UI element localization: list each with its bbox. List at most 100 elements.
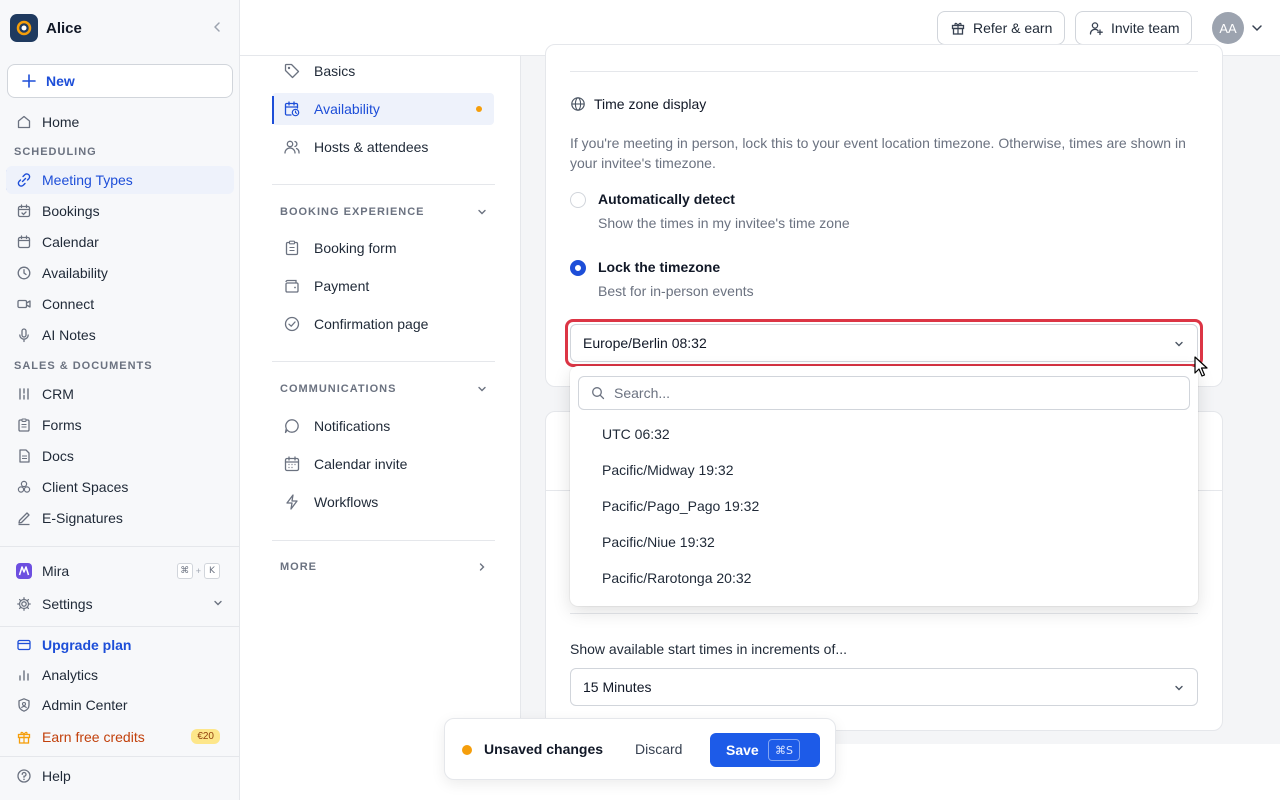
spaces-icon bbox=[14, 477, 34, 497]
bar-chart-icon bbox=[14, 665, 34, 685]
sidebar-divider bbox=[0, 626, 239, 627]
dropdown-option[interactable]: Pacific/Niue 19:32 bbox=[570, 524, 1198, 560]
invite-team-button[interactable]: Invite team bbox=[1075, 11, 1193, 45]
chevron-down-icon bbox=[476, 383, 488, 395]
nav-item-label: Booking form bbox=[314, 240, 397, 256]
shield-user-icon bbox=[14, 695, 34, 715]
sidebar-item-label: Mira bbox=[42, 563, 70, 579]
option-subtitle: Show the times in my invitee's time zone bbox=[598, 215, 850, 231]
dropdown-option[interactable]: UTC 06:32 bbox=[570, 416, 1198, 452]
dropdown-option[interactable]: Pacific/Midway 19:32 bbox=[570, 452, 1198, 488]
nav-item-label: Workflows bbox=[314, 494, 379, 510]
increments-select[interactable]: 15 Minutes bbox=[570, 668, 1198, 706]
sidebar-item-earn-credits[interactable]: Earn free credits €20 bbox=[6, 723, 234, 751]
plus-icon bbox=[22, 74, 46, 88]
nav-item-hosts-attendees[interactable]: Hosts & attendees bbox=[272, 131, 494, 163]
sidebar-item-label: Bookings bbox=[42, 203, 100, 219]
discard-button[interactable]: Discard bbox=[635, 741, 682, 757]
workspace-switcher[interactable]: Alice bbox=[10, 14, 230, 42]
sidebar-item-settings[interactable]: Settings bbox=[6, 590, 234, 618]
save-shortcut: ⌘S bbox=[768, 739, 800, 761]
pen-icon bbox=[14, 508, 34, 528]
workspace-logo bbox=[10, 14, 38, 42]
sidebar-item-label: Help bbox=[42, 768, 71, 784]
increments-select-value: 15 Minutes bbox=[583, 679, 652, 695]
nav-divider bbox=[272, 540, 495, 541]
sidebar-item-label: Docs bbox=[42, 448, 74, 464]
avatar[interactable]: AA bbox=[1212, 12, 1244, 44]
help-icon bbox=[14, 766, 34, 786]
event-settings-nav: Basics Availability Hosts & attendees BO… bbox=[240, 56, 521, 744]
sidebar-item-admin-center[interactable]: Admin Center bbox=[6, 691, 234, 719]
nav-item-availability[interactable]: Availability bbox=[272, 93, 494, 125]
section-more[interactable]: MORE bbox=[280, 561, 488, 573]
sidebar-item-help[interactable]: Help bbox=[6, 762, 234, 790]
timezone-heading-text: Time zone display bbox=[594, 96, 707, 112]
timezone-select[interactable]: Europe/Berlin 08:32 bbox=[570, 324, 1198, 362]
sidebar-item-calendar[interactable]: Calendar bbox=[6, 228, 234, 256]
section-label: COMMUNICATIONS bbox=[280, 383, 397, 395]
sidebar-item-meeting-types[interactable]: Meeting Types bbox=[6, 166, 234, 194]
radio-automatically-detect[interactable] bbox=[570, 192, 586, 208]
nav-item-payment[interactable]: Payment bbox=[272, 270, 494, 302]
radio-lock-timezone[interactable] bbox=[570, 260, 586, 276]
option-title[interactable]: Lock the timezone bbox=[598, 259, 720, 275]
sidebar-item-e-signatures[interactable]: E-Signatures bbox=[6, 504, 234, 532]
video-icon bbox=[14, 294, 34, 314]
sidebar-item-docs[interactable]: Docs bbox=[6, 442, 234, 470]
sidebar-item-crm[interactable]: CRM bbox=[6, 380, 234, 408]
document-icon bbox=[14, 446, 34, 466]
chevron-down-icon bbox=[1173, 682, 1185, 694]
sidebar-item-bookings[interactable]: Bookings bbox=[6, 197, 234, 225]
microphone-icon bbox=[14, 325, 34, 345]
unsaved-dot bbox=[476, 106, 482, 112]
nav-item-calendar-invite[interactable]: Calendar invite bbox=[272, 448, 494, 480]
dropdown-option[interactable]: Pacific/Rarotonga 20:32 bbox=[570, 560, 1198, 596]
crm-icon bbox=[14, 384, 34, 404]
section-booking-experience[interactable]: BOOKING EXPERIENCE bbox=[280, 206, 488, 218]
unsaved-changes-bar: Unsaved changes Discard Save ⌘S bbox=[444, 718, 836, 780]
mira-shortcut: ⌘ + K bbox=[176, 563, 220, 579]
nav-item-booking-form[interactable]: Booking form bbox=[272, 232, 494, 264]
nav-divider bbox=[272, 184, 495, 185]
nav-item-workflows[interactable]: Workflows bbox=[272, 486, 494, 518]
sidebar: Alice New Home SCHEDULING Meeting Types … bbox=[0, 0, 240, 800]
nav-item-confirmation-page[interactable]: Confirmation page bbox=[272, 308, 494, 340]
sidebar-item-availability[interactable]: Availability bbox=[6, 259, 234, 287]
users-icon bbox=[282, 137, 302, 157]
chevron-down-icon[interactable] bbox=[1250, 21, 1264, 35]
sidebar-item-connect[interactable]: Connect bbox=[6, 290, 234, 318]
refer-earn-button[interactable]: Refer & earn bbox=[937, 11, 1066, 45]
sidebar-item-label: Client Spaces bbox=[42, 479, 129, 495]
section-communications[interactable]: COMMUNICATIONS bbox=[280, 383, 488, 395]
sidebar-divider bbox=[0, 756, 239, 757]
check-circle-icon bbox=[282, 314, 302, 334]
sidebar-item-label: CRM bbox=[42, 386, 74, 402]
nav-item-label: Hosts & attendees bbox=[314, 139, 429, 155]
calendar-icon bbox=[14, 232, 34, 252]
dropdown-option[interactable]: Pacific/Pago_Pago 19:32 bbox=[570, 488, 1198, 524]
sidebar-item-upgrade-plan[interactable]: Upgrade plan bbox=[6, 631, 234, 659]
sidebar-item-label: Connect bbox=[42, 296, 95, 312]
option-title[interactable]: Automatically detect bbox=[598, 191, 735, 207]
sidebar-item-mira[interactable]: Mira ⌘ + K bbox=[6, 557, 234, 585]
lightning-icon bbox=[282, 492, 302, 512]
search-icon bbox=[591, 386, 605, 400]
sidebar-item-label: Home bbox=[42, 114, 80, 130]
nav-item-basics[interactable]: Basics bbox=[272, 55, 494, 87]
timezone-heading: Time zone display bbox=[570, 96, 706, 112]
search-input[interactable] bbox=[614, 385, 1174, 401]
sidebar-item-forms[interactable]: Forms bbox=[6, 411, 234, 439]
sidebar-item-home[interactable]: Home bbox=[6, 108, 234, 136]
new-button[interactable]: New bbox=[7, 64, 233, 98]
mouse-cursor-icon bbox=[1194, 356, 1210, 378]
nav-item-label: Payment bbox=[314, 278, 370, 294]
nav-item-notifications[interactable]: Notifications bbox=[272, 410, 494, 442]
timezone-search[interactable] bbox=[578, 376, 1190, 410]
sidebar-item-client-spaces[interactable]: Client Spaces bbox=[6, 473, 234, 501]
nav-item-label: Availability bbox=[314, 101, 380, 117]
sidebar-item-ai-notes[interactable]: AI Notes bbox=[6, 321, 234, 349]
collapse-sidebar-icon[interactable] bbox=[210, 20, 224, 34]
save-button[interactable]: Save ⌘S bbox=[710, 733, 820, 767]
sidebar-item-analytics[interactable]: Analytics bbox=[6, 661, 234, 689]
